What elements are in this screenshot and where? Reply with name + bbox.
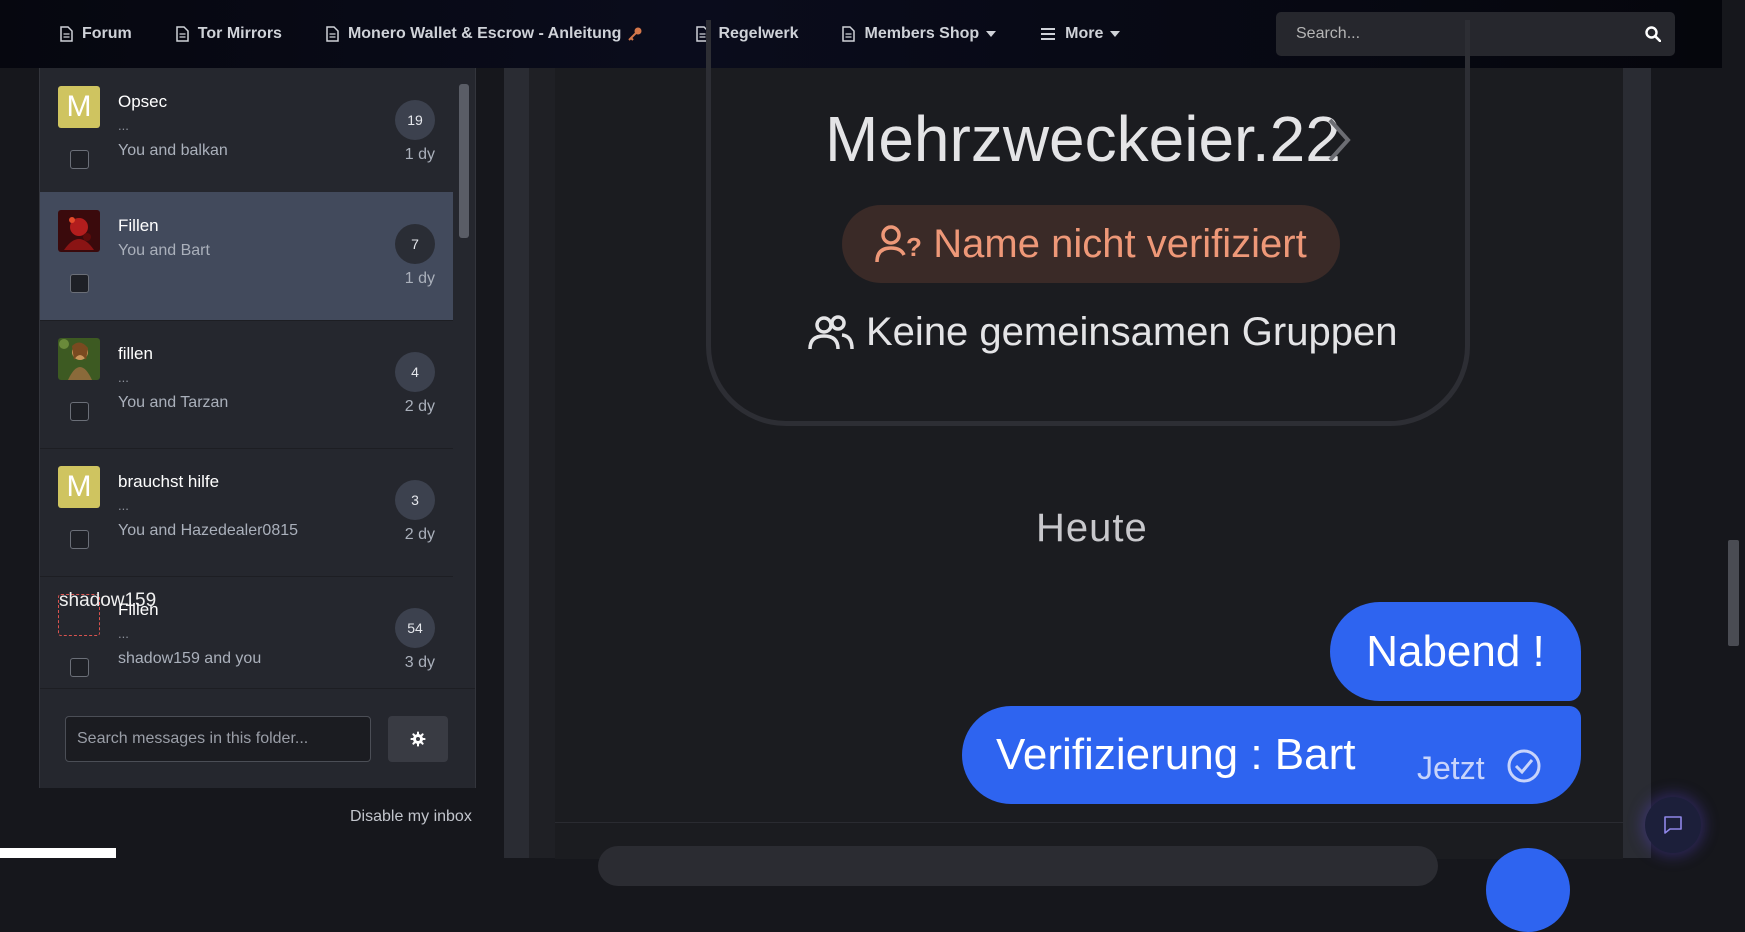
conversation-title[interactable]: Fillen: [118, 216, 159, 236]
select-checkbox[interactable]: [70, 150, 89, 169]
conversation-title[interactable]: Fillen: [118, 600, 159, 620]
nav-monero-wallet[interactable]: Monero Wallet & Escrow - Anleitung: [326, 0, 653, 68]
reply-count-badge: 19: [395, 100, 435, 140]
message-bubble: Nabend !: [1330, 602, 1581, 701]
conversation-preview: ...: [118, 626, 129, 641]
message-bubble: Verifizierung : Bart Jetzt: [962, 706, 1581, 804]
file-icon: [326, 26, 339, 42]
conversation-preview: ...: [118, 498, 129, 513]
file-icon: [60, 26, 73, 42]
conversation-time: 3 dy: [404, 654, 435, 671]
folder-search: [65, 716, 371, 762]
select-checkbox[interactable]: [70, 658, 89, 677]
file-icon: [176, 26, 189, 42]
chat-button[interactable]: [1645, 797, 1701, 853]
page-scrollbar[interactable]: [1722, 0, 1745, 858]
conversation-title[interactable]: Opsec: [118, 92, 167, 112]
bottom-tab: [0, 848, 116, 858]
search-button[interactable]: [1631, 12, 1675, 56]
avatar[interactable]: M: [58, 466, 100, 508]
groups-info: Keine gemeinsamen Gruppen: [808, 310, 1397, 355]
nav-monero-wallet-label: Monero Wallet & Escrow - Anleitung: [347, 25, 622, 42]
check-circle-icon: [1507, 749, 1541, 783]
avatar[interactable]: [58, 210, 100, 252]
key-icon: [628, 27, 642, 41]
conversation-title[interactable]: fillen: [118, 344, 153, 364]
nav-forum[interactable]: Forum: [60, 0, 132, 68]
folder-search-input[interactable]: [66, 717, 370, 761]
disable-inbox-link[interactable]: Disable my inbox: [350, 808, 472, 826]
message-text: Nabend !: [1366, 626, 1545, 676]
composer-input: [598, 846, 1438, 886]
conversation-item[interactable]: M Opsec ... You and balkan 19 1 dy: [40, 68, 453, 197]
conversation-time: 1 dy: [404, 270, 435, 287]
conversation-participants: You and Hazedealer0815: [118, 522, 299, 539]
conversation-list: M Opsec ... You and balkan 19 1 dy Fille…: [40, 68, 453, 688]
conversation-participants: You and Bart: [118, 242, 210, 259]
people-icon: [808, 314, 854, 349]
reply-count-badge: 3: [395, 480, 435, 520]
list-scrollbar-thumb[interactable]: [459, 84, 469, 238]
conversation-item[interactable]: fillen ... You and Tarzan 4 2 dy: [40, 320, 453, 449]
select-checkbox[interactable]: [70, 402, 89, 421]
nav-tor-mirrors[interactable]: Tor Mirrors: [176, 0, 282, 68]
reply-count-badge: 7: [395, 224, 435, 264]
chat-icon: [1664, 816, 1682, 834]
conversation-preview: ...: [118, 118, 129, 133]
avatar[interactable]: [58, 338, 100, 380]
conversation-item[interactable]: Fillen You and Bart 7 1 dy: [40, 192, 453, 321]
nav-tor-mirrors-label: Tor Mirrors: [197, 25, 282, 42]
svg-text:?: ?: [906, 232, 921, 262]
conversation-time: 2 dy: [404, 398, 435, 415]
panel-footer: [40, 688, 475, 788]
conversation-time: 2 dy: [404, 526, 435, 543]
nav-forum-label: Forum: [82, 25, 132, 42]
send-button: [1486, 848, 1570, 932]
search-icon: [1645, 26, 1661, 42]
unverified-badge: ? Name nicht verifiziert: [842, 205, 1340, 283]
conversation-participants: You and balkan: [118, 142, 228, 159]
unverified-label: Name nicht verifiziert: [933, 221, 1307, 266]
gear-icon: [410, 731, 426, 747]
message-time: Jetzt: [1417, 750, 1485, 786]
chevron-right-icon: [1328, 118, 1351, 162]
reply-count-badge: 4: [395, 352, 435, 392]
conversation-preview: ...: [118, 370, 129, 385]
conversation-participants: You and Tarzan: [118, 394, 229, 411]
message-text: Verifizierung : Bart: [996, 730, 1356, 779]
conversation-item[interactable]: shadow159 Fillen ... shadow159 and you 5…: [40, 576, 453, 688]
avatar[interactable]: M: [58, 86, 100, 128]
conversation-participants: shadow159 and you: [118, 650, 262, 667]
select-checkbox[interactable]: [70, 274, 89, 293]
select-checkbox[interactable]: [70, 530, 89, 549]
person-question-icon: ?: [875, 225, 921, 263]
conversation-item[interactable]: M brauchst hilfe ... You and Hazedealer0…: [40, 448, 453, 577]
settings-button[interactable]: [388, 716, 448, 762]
conversation-panel: M Opsec ... You and balkan 19 1 dy Fille…: [39, 68, 476, 788]
conversation-time: 1 dy: [404, 146, 435, 163]
groups-label: Keine gemeinsamen Gruppen: [866, 310, 1398, 354]
day-separator: Heute: [1036, 506, 1148, 550]
conversation-title[interactable]: brauchst hilfe: [118, 472, 219, 492]
reply-count-badge: 54: [395, 608, 435, 648]
page-scrollbar-thumb[interactable]: [1728, 540, 1739, 646]
profile-name: Mehrzweckeier.22: [825, 103, 1341, 175]
